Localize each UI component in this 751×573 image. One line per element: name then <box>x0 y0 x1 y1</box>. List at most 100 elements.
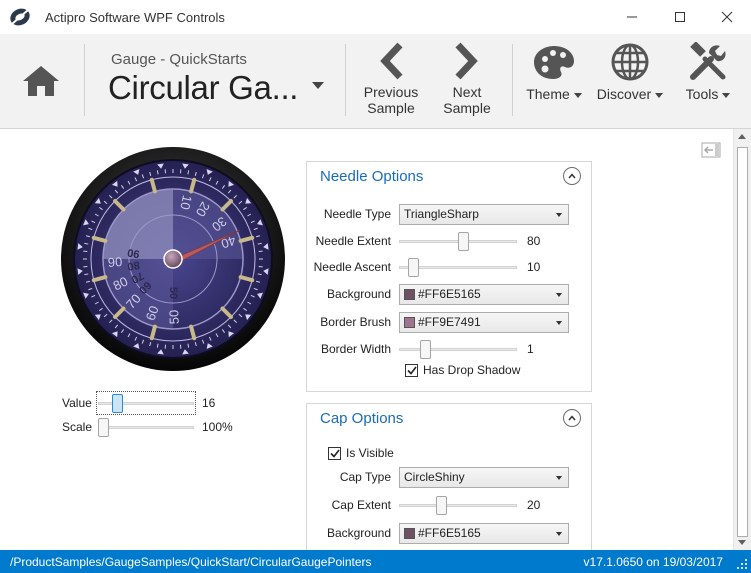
chevron-down-icon <box>556 475 562 480</box>
needle-ascent-thumb[interactable] <box>407 258 419 277</box>
globe-icon <box>611 43 649 81</box>
chevron-down-icon <box>556 531 562 536</box>
is-visible-checkbox[interactable] <box>328 446 341 460</box>
cap-background-label: Background <box>326 526 391 540</box>
background-label: Background <box>326 287 391 301</box>
cap-type-combobox[interactable]: CircleShiny <box>399 466 569 488</box>
needle-options-panel: Needle Options Needle Type TriangleSharp… <box>306 161 592 392</box>
value-slider-thumb[interactable] <box>111 394 123 413</box>
chevron-down-icon <box>556 292 562 297</box>
border-width-slider[interactable] <box>399 339 517 359</box>
needle-extent-label: Needle Extent <box>315 234 391 248</box>
border-width-value: 1 <box>527 342 534 356</box>
ribbon-header: Gauge - QuickStarts Circular Ga... Previ… <box>0 34 751 129</box>
scale-control-row: Scale 100% <box>62 417 233 437</box>
collapse-pane-icon[interactable] <box>701 142 721 158</box>
color-swatch <box>404 288 415 300</box>
needle-options-collapse-button[interactable] <box>563 167 581 185</box>
is-visible-label: Is Visible <box>346 446 394 460</box>
color-swatch <box>404 527 415 539</box>
scale-slider[interactable] <box>98 417 194 437</box>
drop-shadow-row: Has Drop Shadow <box>405 359 520 381</box>
value-readout: 16 <box>202 396 216 410</box>
border-width-label: Border Width <box>320 342 391 356</box>
cap-options-collapse-button[interactable] <box>563 409 581 427</box>
chevron-down-icon[interactable] <box>312 82 324 89</box>
scroll-up-icon[interactable] <box>738 134 746 139</box>
color-swatch <box>404 316 415 328</box>
chevron-right-icon <box>455 42 478 80</box>
border-width-thumb[interactable] <box>420 340 432 359</box>
gauge-inner-label: 90 <box>126 246 140 260</box>
checkmark-icon <box>406 366 417 375</box>
gauge-cap <box>163 249 183 269</box>
gauge-minor-tick <box>156 343 159 348</box>
value-control-row: Value 16 <box>62 391 216 415</box>
minimize-button[interactable] <box>609 0 655 34</box>
needle-extent-slider[interactable] <box>399 231 517 251</box>
border-brush-label: Border Brush <box>320 315 391 329</box>
gauge-minor-tick <box>84 273 89 276</box>
theme-menu-button[interactable]: Theme <box>524 42 584 122</box>
needle-ascent-slider[interactable] <box>399 257 517 277</box>
gauge-minor-tick <box>257 242 262 245</box>
home-button[interactable] <box>18 56 64 106</box>
gauge-minor-tick <box>187 170 190 175</box>
is-visible-row: Is Visible <box>328 442 394 464</box>
checkmark-icon <box>329 449 340 458</box>
value-label: Value <box>62 396 92 410</box>
needle-options-title: Needle Options <box>320 168 424 185</box>
actipro-logo-icon <box>10 8 30 26</box>
cap-background-color-picker[interactable]: #FF6E5165 <box>399 522 569 544</box>
gauge-minor-tick <box>257 273 262 276</box>
gauge-outer-label: 90 <box>107 254 122 270</box>
sample-path: /ProductSamples/GaugeSamples/QuickStart/… <box>10 555 372 569</box>
circular-gauge: 102030405060708090 5060708090 <box>61 147 285 371</box>
theme-label: Theme <box>526 86 582 102</box>
palette-icon <box>534 46 574 79</box>
scroll-down-icon[interactable] <box>738 540 746 545</box>
close-icon <box>721 11 733 23</box>
needle-type-combobox[interactable]: TriangleSharp <box>399 203 569 225</box>
tools-menu-button[interactable]: Tools <box>680 42 736 122</box>
previous-sample-button[interactable]: Previous Sample <box>362 42 420 122</box>
cap-extent-slider[interactable] <box>399 495 517 515</box>
version-info: v17.1.0650 on 19/03/2017 <box>583 555 723 569</box>
vertical-scrollbar[interactable] <box>733 129 751 550</box>
cap-extent-value: 20 <box>527 498 541 512</box>
gauge-minor-tick <box>187 343 190 348</box>
needle-ascent-label: Needle Ascent <box>313 260 391 274</box>
sample-content: 10 20 30 40 50 60 70 80 90 50 60 70 80 90 Value 16 S… <box>0 129 751 550</box>
header-separator <box>84 44 85 116</box>
scrollbar-thumb[interactable] <box>737 147 748 537</box>
close-button[interactable] <box>704 0 750 34</box>
caret-down-icon <box>573 92 582 98</box>
resize-grip-icon[interactable] <box>737 559 748 570</box>
title-bar: Actipro Software WPF Controls <box>0 0 751 34</box>
needle-background-color-picker[interactable]: #FF6E5165 <box>399 283 569 305</box>
header-separator <box>512 44 513 116</box>
scale-slider-thumb[interactable] <box>98 418 109 437</box>
chevron-down-icon <box>556 320 562 325</box>
value-slider[interactable] <box>96 391 196 415</box>
cap-options-panel: Cap Options Is Visible Cap Type CircleSh… <box>306 403 592 550</box>
chevron-down-icon <box>556 212 562 217</box>
breadcrumb-category: Gauge - QuickStarts <box>111 51 247 68</box>
window-title: Actipro Software WPF Controls <box>45 10 225 25</box>
chevron-up-icon <box>568 173 576 179</box>
discover-menu-button[interactable]: Discover <box>596 42 664 122</box>
scale-label: Scale <box>62 420 93 434</box>
cap-options-title: Cap Options <box>320 410 404 427</box>
caret-down-icon <box>722 92 731 98</box>
gauge-minor-tick <box>84 242 89 245</box>
border-brush-color-picker[interactable]: #FF9E7491 <box>399 311 569 333</box>
maximize-button[interactable] <box>657 0 703 34</box>
drop-shadow-checkbox[interactable] <box>405 363 418 377</box>
needle-extent-thumb[interactable] <box>457 232 469 251</box>
gauge-outer-label: 50 <box>166 310 181 325</box>
page-title[interactable]: Circular Ga... <box>108 69 298 107</box>
next-sample-button[interactable]: Next Sample <box>440 42 494 122</box>
discover-label: Discover <box>597 86 664 102</box>
cap-extent-thumb[interactable] <box>436 496 448 515</box>
caret-down-icon <box>655 92 664 98</box>
